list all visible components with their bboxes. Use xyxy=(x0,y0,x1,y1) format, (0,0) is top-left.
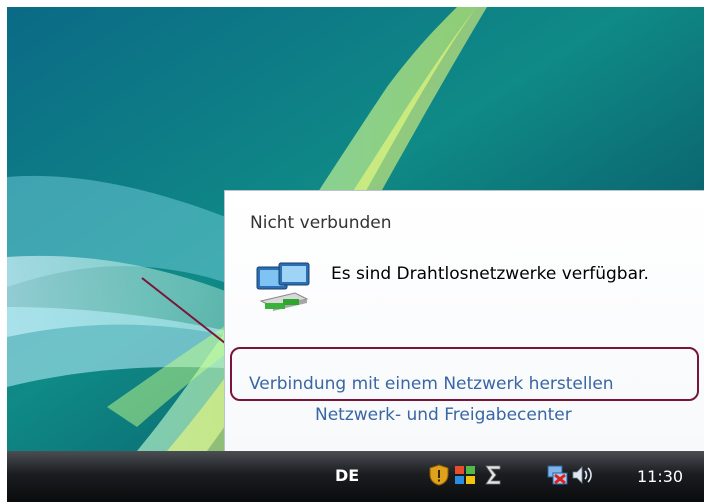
network-sharing-center-link[interactable]: Netzwerk- und Freigabecenter xyxy=(315,405,572,425)
network-disconnected-icon[interactable] xyxy=(545,463,569,487)
sigma-icon[interactable] xyxy=(481,463,505,487)
wireless-available-message: Es sind Drahtlosnetzwerke verfügbar. xyxy=(331,264,649,284)
language-indicator[interactable]: DE xyxy=(335,466,359,485)
speaker-icon[interactable] xyxy=(570,463,594,487)
screenshot-frame: Nicht verbunden Es sind Drahtlosnetzwerk… xyxy=(0,0,704,502)
windows-flag-icon[interactable] xyxy=(453,463,477,487)
highlight-callout xyxy=(230,347,699,401)
network-status-popup: Nicht verbunden Es sind Drahtlosnetzwerk… xyxy=(224,190,704,451)
network-computers-icon xyxy=(256,262,310,311)
security-shield-icon[interactable] xyxy=(427,463,451,487)
system-clock[interactable]: 11:30 xyxy=(637,467,683,486)
taskbar: DE 11:30 xyxy=(7,451,704,502)
popup-title: Nicht verbunden xyxy=(250,213,392,233)
